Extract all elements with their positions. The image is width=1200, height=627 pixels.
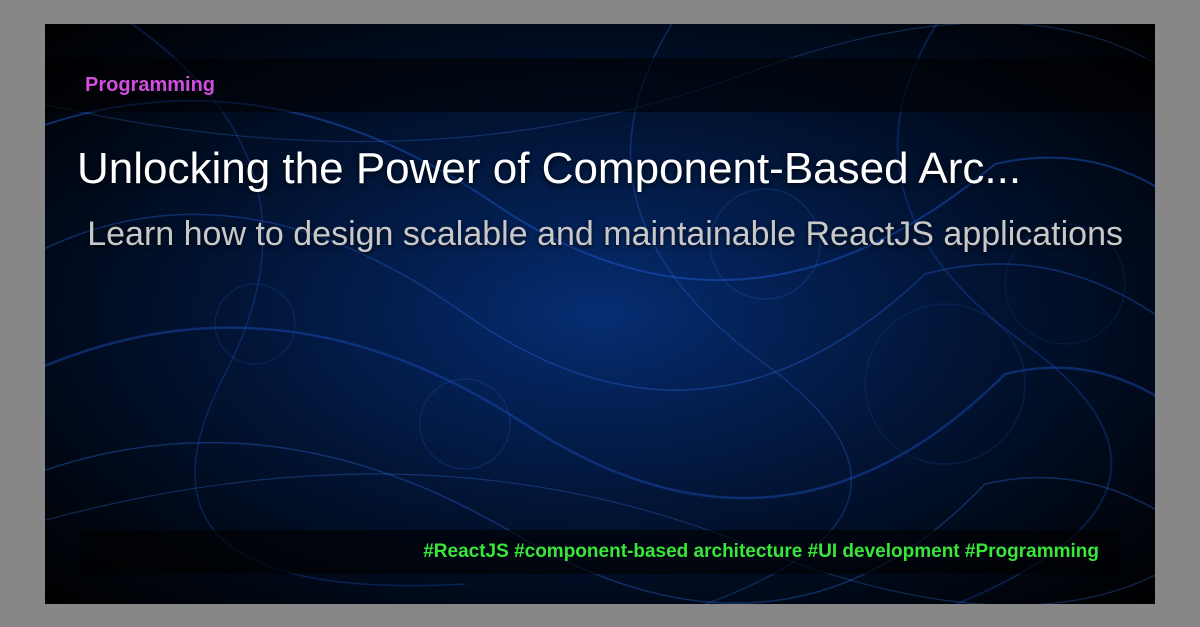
- tags-text: #ReactJS #component-based architecture #…: [423, 541, 1099, 563]
- card-subtitle: Learn how to design scalable and maintai…: [77, 212, 1123, 258]
- promo-card: Programming Unlocking the Power of Compo…: [45, 24, 1155, 604]
- card-title: Unlocking the Power of Component-Based A…: [77, 144, 1123, 194]
- category-label: Programming: [85, 74, 215, 97]
- category-band: Programming: [45, 58, 1155, 112]
- tags-band: #ReactJS #component-based architecture #…: [81, 530, 1119, 574]
